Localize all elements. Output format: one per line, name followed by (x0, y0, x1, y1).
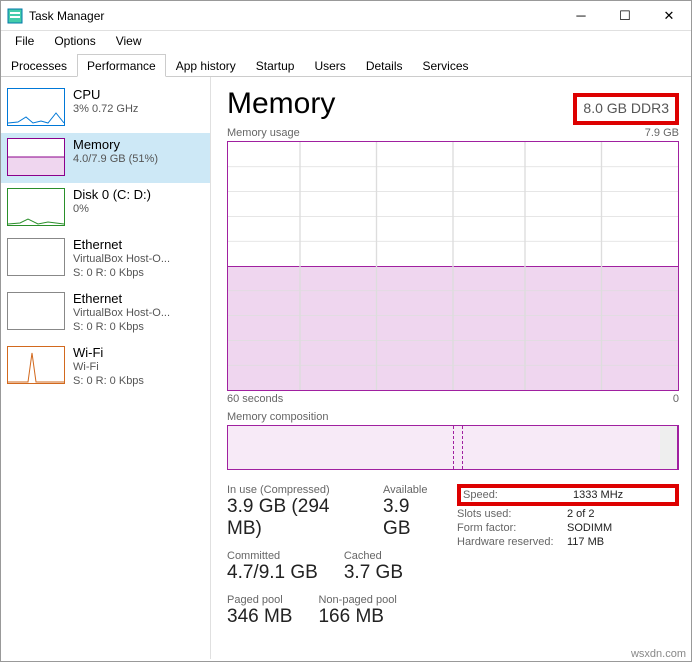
sidebar-item-memory[interactable]: Memory 4.0/7.9 GB (51%) (1, 133, 210, 183)
form-key: Form factor: (457, 522, 567, 534)
tab-services[interactable]: Services (413, 54, 479, 77)
window-title: Task Manager (29, 9, 559, 23)
watermark: wsxdn.com (631, 648, 686, 660)
avail-label: Available (383, 484, 437, 496)
sidebar-memory-title: Memory (73, 138, 158, 152)
tab-startup[interactable]: Startup (246, 54, 305, 77)
paged-value: 346 MB (227, 606, 292, 628)
commit-value: 4.7/9.1 GB (227, 562, 318, 584)
sidebar-cpu-sub: 3% 0.72 GHz (73, 102, 138, 116)
sidebar-eth1-sub1: VirtualBox Host-O... (73, 252, 170, 266)
tab-processes[interactable]: Processes (1, 54, 77, 77)
sidebar-disk-sub: 0% (73, 202, 151, 216)
sidebar-eth2-sub1: VirtualBox Host-O... (73, 306, 170, 320)
memory-capacity: 8.0 GB DDR3 (583, 100, 669, 116)
tab-details[interactable]: Details (356, 54, 413, 77)
sidebar-memory-sub: 4.0/7.9 GB (51%) (73, 152, 158, 166)
sidebar-cpu-title: CPU (73, 88, 138, 102)
stats-area: In use (Compressed) 3.9 GB (294 MB) Avai… (227, 484, 679, 638)
disk-thumb (7, 188, 65, 226)
axis-right: 0 (673, 393, 679, 405)
memory-usage-chart (227, 141, 679, 391)
sidebar-eth2-title: Ethernet (73, 292, 170, 306)
memory-composition-chart (227, 425, 679, 470)
highlight-capacity: 8.0 GB DDR3 (573, 93, 679, 125)
sidebar-item-disk[interactable]: Disk 0 (C: D:) 0% (1, 183, 210, 233)
sidebar-wifi-sub1: Wi-Fi (73, 360, 144, 374)
usage-label: Memory usage (227, 127, 300, 139)
menu-file[interactable]: File (5, 31, 44, 53)
speed-val: 1333 MHz (573, 489, 623, 501)
tab-performance[interactable]: Performance (77, 54, 166, 77)
close-button[interactable]: ✕ (647, 2, 691, 30)
commit-label: Committed (227, 550, 318, 562)
content-body: CPU 3% 0.72 GHz Memory 4.0/7.9 GB (51%) (1, 77, 691, 659)
slots-key: Slots used: (457, 508, 567, 520)
composition-label: Memory composition (227, 411, 328, 423)
menubar: File Options View (1, 31, 691, 53)
cpu-thumb (7, 88, 65, 126)
eth-thumb-2 (7, 292, 65, 330)
menu-view[interactable]: View (106, 31, 152, 53)
speed-key: Speed: (463, 489, 573, 501)
cached-label: Cached (344, 550, 403, 562)
sidebar-disk-title: Disk 0 (C: D:) (73, 188, 151, 202)
minimize-button[interactable]: ─ (559, 2, 603, 30)
main-panel: Memory 8.0 GB DDR3 Memory usage 7.9 GB (211, 77, 691, 659)
sidebar-wifi-title: Wi-Fi (73, 346, 144, 360)
highlight-speed: Speed: 1333 MHz (457, 484, 679, 506)
avail-value: 3.9 GB (383, 496, 437, 540)
sidebar-item-cpu[interactable]: CPU 3% 0.72 GHz (1, 83, 210, 133)
inuse-label: In use (Compressed) (227, 484, 357, 496)
titlebar[interactable]: Task Manager ─ ☐ ✕ (1, 1, 691, 31)
slots-val: 2 of 2 (567, 508, 595, 520)
nonpaged-value: 166 MB (318, 606, 396, 628)
memory-thumb (7, 138, 65, 176)
inuse-value: 3.9 GB (294 MB) (227, 496, 357, 540)
hw-key: Hardware reserved: (457, 536, 567, 548)
axis-left: 60 seconds (227, 393, 283, 405)
sidebar-eth1-title: Ethernet (73, 238, 170, 252)
sidebar: CPU 3% 0.72 GHz Memory 4.0/7.9 GB (51%) (1, 77, 211, 659)
eth-thumb-1 (7, 238, 65, 276)
usage-max: 7.9 GB (645, 127, 679, 139)
wifi-thumb (7, 346, 65, 384)
sidebar-wifi-sub2: S: 0 R: 0 Kbps (73, 374, 144, 388)
maximize-button[interactable]: ☐ (603, 2, 647, 30)
sidebar-item-ethernet-1[interactable]: Ethernet VirtualBox Host-O... S: 0 R: 0 … (1, 233, 210, 287)
paged-label: Paged pool (227, 594, 292, 606)
hw-val: 117 MB (567, 536, 604, 548)
app-icon (7, 8, 23, 24)
nonpaged-label: Non-paged pool (318, 594, 396, 606)
sidebar-item-wifi[interactable]: Wi-Fi Wi-Fi S: 0 R: 0 Kbps (1, 341, 210, 395)
sidebar-eth2-sub2: S: 0 R: 0 Kbps (73, 320, 170, 334)
menu-options[interactable]: Options (44, 31, 105, 53)
tab-users[interactable]: Users (304, 54, 355, 77)
task-manager-window: Task Manager ─ ☐ ✕ File Options View Pro… (0, 0, 692, 662)
sidebar-eth1-sub2: S: 0 R: 0 Kbps (73, 266, 170, 280)
tab-app-history[interactable]: App history (166, 54, 246, 77)
page-title: Memory (227, 87, 335, 121)
window-controls: ─ ☐ ✕ (559, 2, 691, 30)
sidebar-item-ethernet-2[interactable]: Ethernet VirtualBox Host-O... S: 0 R: 0 … (1, 287, 210, 341)
tab-strip: Processes Performance App history Startu… (1, 53, 691, 77)
cached-value: 3.7 GB (344, 562, 403, 584)
form-val: SODIMM (567, 522, 612, 534)
